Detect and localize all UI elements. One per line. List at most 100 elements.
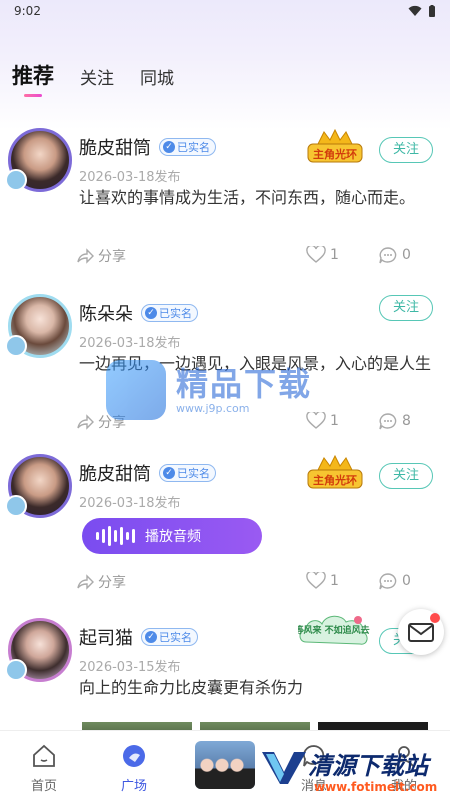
share-label: 分享 [98, 575, 126, 591]
status-icons [408, 4, 436, 18]
share-icon [77, 414, 94, 430]
verified-check-icon: ✓ [145, 307, 157, 319]
nav-messages[interactable]: 消息 [284, 743, 344, 794]
verified-label: 已实名 [177, 467, 210, 480]
author-name[interactable]: 起司猫 [79, 624, 133, 650]
crown-badge-icon: 主角光环 [307, 454, 363, 489]
nav-home-label: 首页 [30, 779, 57, 794]
badge-text: 主角光环 [313, 147, 357, 161]
like-count: 1 [330, 247, 339, 263]
nav-profile-label: 我的 [390, 779, 417, 794]
share-icon [77, 574, 94, 590]
group-photo [195, 755, 255, 789]
verified-check-icon: ✓ [145, 631, 157, 643]
post-card[interactable]: 陈朵朵 ✓ 已实名 关注 2026-03-18发布 一边再见，一边遇见，入眼是风… [0, 286, 450, 448]
verified-label: 已实名 [159, 307, 192, 320]
author-row: 脆皮甜筒 ✓ 已实名 [79, 134, 216, 160]
post-actions: 分享 1 8 [76, 412, 436, 436]
nav-plaza[interactable]: 广场 [104, 743, 164, 794]
follow-button[interactable]: 关注 [379, 463, 433, 489]
comment-icon [379, 413, 397, 430]
battery-icon [429, 4, 435, 17]
like-button[interactable]: 1 [306, 572, 339, 590]
like-count: 1 [330, 413, 339, 429]
verified-badge: ✓ 已实名 [141, 628, 198, 646]
badge-text: 等风来 不如追风去 [298, 624, 370, 636]
nav-plaza-label: 广场 [120, 779, 147, 794]
verified-label: 已实名 [159, 631, 192, 644]
avatar[interactable] [5, 454, 72, 518]
nav-center-banner[interactable] [195, 741, 255, 789]
avatar[interactable] [5, 128, 72, 192]
wifi-icon [408, 5, 422, 16]
like-count: 1 [330, 573, 339, 589]
share-button[interactable]: 分享 [76, 412, 126, 432]
comment-count: 0 [402, 573, 411, 589]
feed-tabs: 推荐 关注 同城 [12, 60, 174, 100]
floating-mail-button[interactable] [398, 609, 444, 655]
follow-button[interactable]: 关注 [379, 295, 433, 321]
plaza-icon [123, 745, 145, 767]
avatar[interactable] [5, 618, 72, 682]
post-date: 2026-03-18发布 [79, 336, 181, 351]
follow-button[interactable]: 关注 [379, 137, 433, 163]
avatar[interactable] [5, 294, 72, 358]
nav-messages-label: 消息 [300, 779, 327, 794]
verified-label: 已实名 [177, 141, 210, 154]
message-icon [303, 745, 325, 767]
tab-recommend[interactable]: 推荐 [12, 60, 54, 97]
post-date: 2026-03-15发布 [79, 660, 181, 675]
post-content: 向上的生命力比皮囊更有杀伤力 [79, 678, 304, 697]
post-content: 一边再见，一边遇见，入眼是风景，入心的是人生 [79, 354, 432, 373]
profile-icon [394, 746, 414, 767]
post-actions: 分享 1 0 [76, 572, 436, 596]
post-date: 2026-03-18发布 [79, 170, 181, 185]
crown-badge-icon: 主角光环 [307, 128, 363, 163]
nav-home[interactable]: 首页 [14, 743, 74, 794]
notification-dot [430, 613, 440, 623]
post-content: 让喜欢的事情成为生活，不问东西，随心而走。 [79, 188, 416, 207]
author-row: 陈朵朵 ✓ 已实名 [79, 300, 198, 326]
comment-button[interactable]: 0 [378, 572, 411, 590]
comment-icon [379, 247, 397, 264]
verified-badge: ✓ 已实名 [159, 138, 216, 156]
status-bar: 9:02 [0, 0, 450, 22]
post-actions: 分享 1 0 [76, 246, 436, 270]
verified-badge: ✓ 已实名 [159, 464, 216, 482]
share-icon [77, 248, 94, 264]
like-button[interactable]: 1 [306, 246, 339, 264]
author-name[interactable]: 陈朵朵 [79, 300, 133, 326]
heart-icon [306, 572, 326, 589]
home-icon [33, 744, 55, 767]
status-time: 9:02 [14, 4, 41, 18]
bottom-nav: 首页 广场 消息 我的 [0, 730, 450, 800]
nav-profile[interactable]: 我的 [374, 743, 434, 794]
verified-badge: ✓ 已实名 [141, 304, 198, 322]
verified-check-icon: ✓ [163, 467, 175, 479]
comment-count: 0 [402, 247, 411, 263]
author-name[interactable]: 脆皮甜筒 [79, 134, 151, 160]
verified-check-icon: ✓ [163, 141, 175, 153]
share-button[interactable]: 分享 [76, 246, 126, 266]
post-card[interactable]: 起司猫 ✓ 已实名 等风来 不如追风去 关注 2026-03-15发布 向上的生… [0, 610, 450, 746]
tab-following[interactable]: 关注 [80, 60, 114, 89]
post-card[interactable]: 脆皮甜筒 ✓ 已实名 主角光环 关注 2026-03-18发布 让喜欢的事情成为… [0, 120, 450, 282]
author-name[interactable]: 脆皮甜筒 [79, 460, 151, 486]
heart-icon [306, 412, 326, 429]
comment-count: 8 [402, 413, 411, 429]
share-label: 分享 [98, 415, 126, 431]
post-card[interactable]: 脆皮甜筒 ✓ 已实名 主角光环 关注 2026-03-18发布 分享 1 0 [0, 446, 450, 608]
share-button[interactable]: 分享 [76, 572, 126, 592]
like-button[interactable]: 1 [306, 412, 339, 430]
heart-icon [306, 246, 326, 263]
badge-text: 主角光环 [313, 473, 357, 487]
author-row: 起司猫 ✓ 已实名 [79, 624, 198, 650]
cloud-badge-icon: 等风来 不如追风去 [298, 615, 370, 645]
author-row: 脆皮甜筒 ✓ 已实名 [79, 460, 216, 486]
post-date: 2026-03-18发布 [79, 496, 181, 511]
tab-nearby[interactable]: 同城 [140, 60, 174, 89]
comment-button[interactable]: 8 [378, 412, 411, 430]
share-label: 分享 [98, 249, 126, 265]
comment-button[interactable]: 0 [378, 246, 411, 264]
comment-icon [379, 573, 397, 590]
